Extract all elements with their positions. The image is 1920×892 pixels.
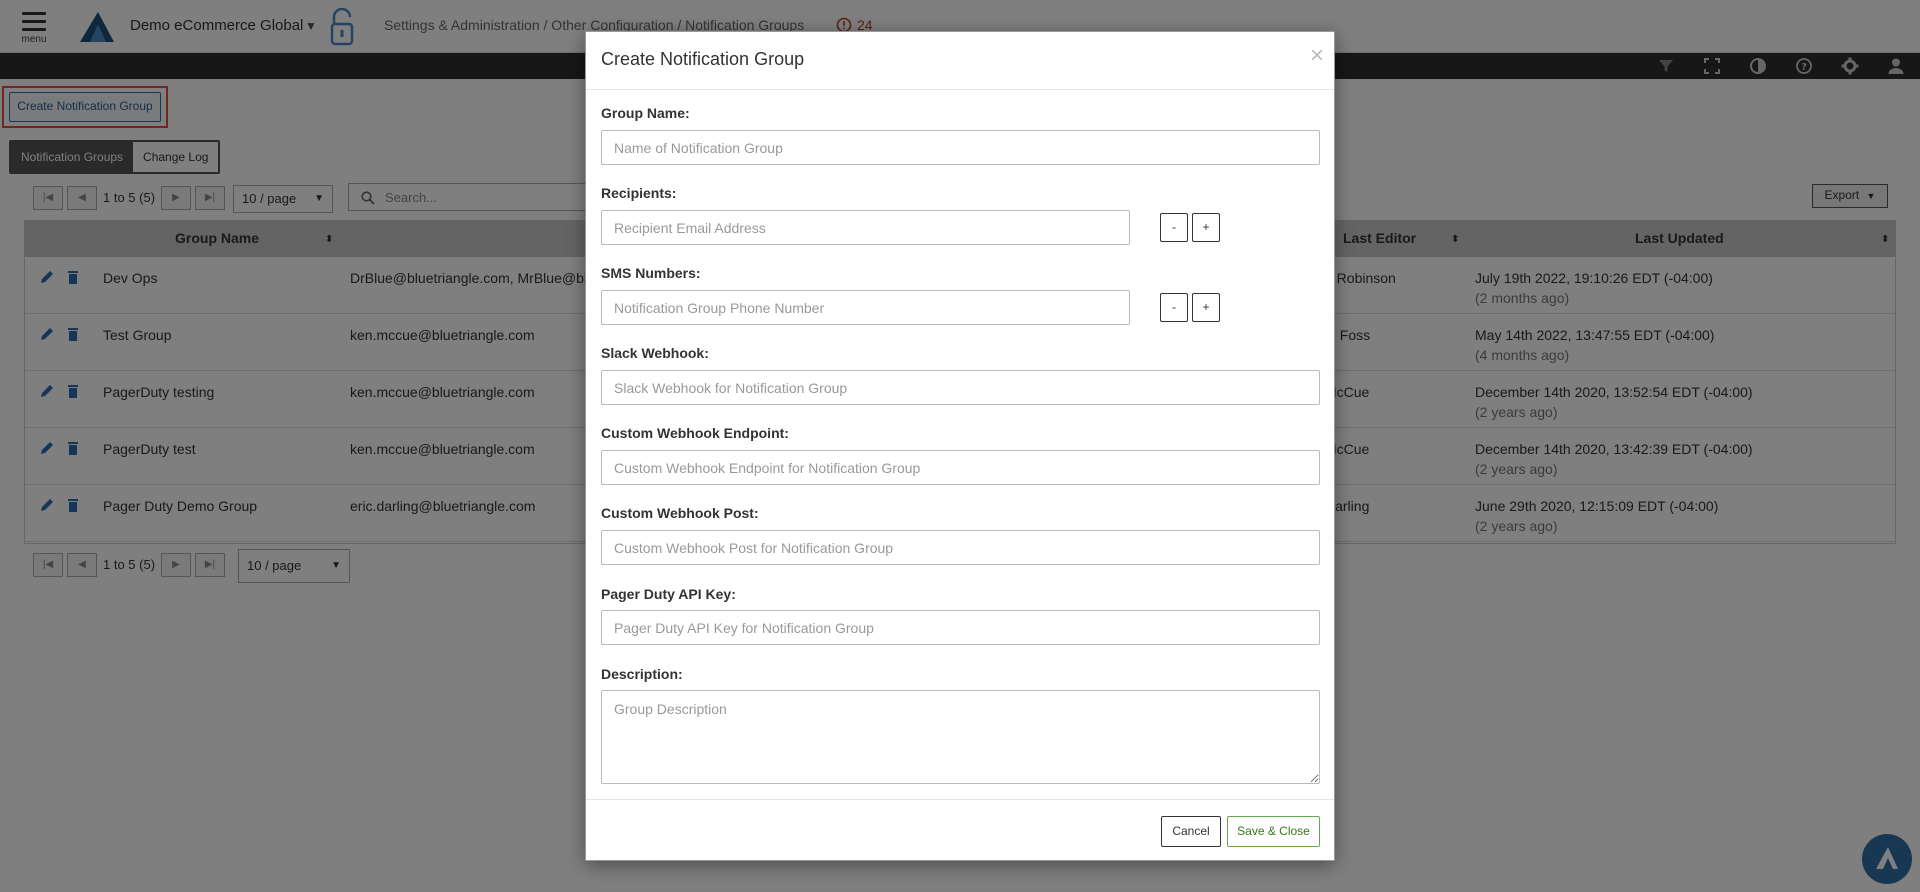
slack-webhook-input[interactable] <box>601 370 1320 405</box>
pager-duty-api-key-input[interactable] <box>601 610 1320 645</box>
recipient-email-input[interactable] <box>601 210 1130 245</box>
sms-numbers-label: SMS Numbers: <box>601 265 701 281</box>
sms-number-input[interactable] <box>601 290 1130 325</box>
group-name-label: Group Name: <box>601 105 690 121</box>
remove-recipient-button[interactable]: - <box>1160 213 1188 242</box>
custom-webhook-endpoint-label: Custom Webhook Endpoint: <box>601 425 789 441</box>
group-name-input[interactable] <box>601 130 1320 165</box>
custom-webhook-post-input[interactable] <box>601 530 1320 565</box>
modal-title: Create Notification Group <box>601 49 805 69</box>
modal-header: Create Notification Group × <box>586 32 1334 90</box>
description-textarea[interactable] <box>601 690 1320 784</box>
cancel-button[interactable]: Cancel <box>1161 816 1221 847</box>
save-and-close-button[interactable]: Save & Close <box>1227 816 1320 847</box>
remove-sms-button[interactable]: - <box>1160 293 1188 322</box>
pager-duty-api-key-label: Pager Duty API Key: <box>601 586 736 602</box>
close-icon[interactable]: × <box>1310 44 1324 68</box>
custom-webhook-post-label: Custom Webhook Post: <box>601 505 759 521</box>
add-sms-button[interactable]: + <box>1192 293 1220 322</box>
create-notification-group-dialog: Create Notification Group × Group Name: … <box>585 31 1335 861</box>
add-recipient-button[interactable]: + <box>1192 213 1220 242</box>
recipients-label: Recipients: <box>601 185 677 201</box>
slack-webhook-label: Slack Webhook: <box>601 345 709 361</box>
custom-webhook-endpoint-input[interactable] <box>601 450 1320 485</box>
modal-footer: Cancel Save & Close <box>586 799 1334 862</box>
description-label: Description: <box>601 666 683 682</box>
